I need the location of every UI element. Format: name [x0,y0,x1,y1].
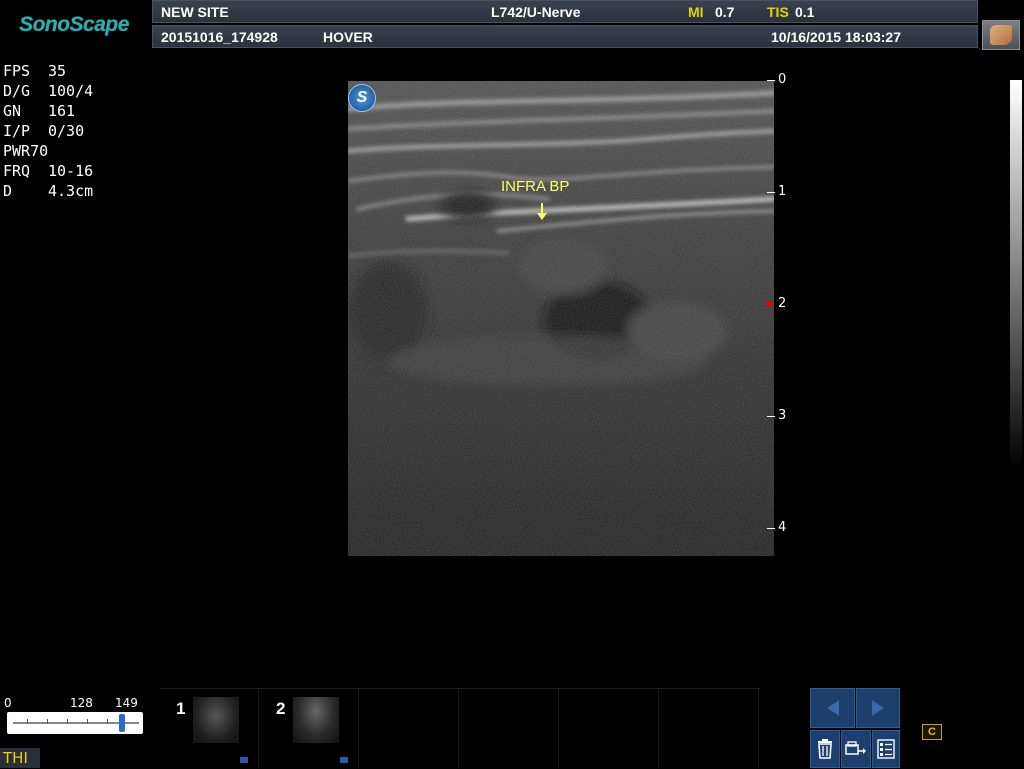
checklist-icon [877,739,895,759]
prev-page-button[interactable] [810,688,855,728]
thumbnail-1[interactable]: 1 [160,689,259,768]
thumbnail-empty[interactable] [360,689,459,768]
tis-value: 0.1 [795,4,815,20]
focus-marker-icon[interactable] [767,300,774,308]
thumbnail-image [193,697,239,743]
thumbnail-strip: 1 2 [160,688,760,769]
brand-logo: SonoScape [0,0,148,50]
thumbnail-2[interactable]: 2 [260,689,359,768]
thumbnail-badge [240,757,248,763]
slider-mid-label: 128 [70,696,93,710]
slider-tick [67,719,68,724]
thumbnail-empty[interactable] [660,689,759,768]
depth-label-3: 3 [778,408,787,423]
thumbnail-badge [340,757,348,763]
param-frequency: FRQ 10-16 [3,162,94,180]
slider-tick [107,719,108,724]
frame-slider[interactable]: 0 128 149 [3,696,143,740]
param-power: PWR70 [3,142,49,160]
mi-label: MI [688,4,704,20]
thumbnail-empty[interactable] [560,689,659,768]
imaging-parameters: FPS 35 D/G 100/4 GN 161 I/P 0/30 PWR70 FRQ 10… [3,61,93,201]
header-row-top: NEW SITE L742/U-Nerve MI 0.7 TIS 0.1 [152,0,978,23]
arrow-down-icon [537,203,547,220]
hand-icon [990,25,1012,45]
slider-tick [27,719,28,724]
ultrasound-image[interactable] [348,81,774,556]
trash-icon [818,739,832,759]
image-annotation[interactable]: INFRA BP [501,178,569,195]
arrow-left-icon [826,700,839,716]
depth-tick [767,416,775,417]
header-row-bottom: 20151016_174928 HOVER 10/16/2015 18:03:2… [152,25,978,48]
depth-tick [767,80,775,81]
exam-datetime: 10/16/2015 18:03:27 [771,29,901,45]
depth-label-1: 1 [778,184,787,199]
probe-orientation-marker: S [348,84,376,112]
next-page-button[interactable] [856,688,900,728]
slider-max-label: 149 [115,696,138,710]
logo-text: SonoScape [19,13,129,36]
cine-icon[interactable]: C [922,724,942,740]
depth-tick [767,192,775,193]
export-icon [845,741,866,755]
delete-button[interactable] [810,730,840,768]
slider-min-label: 0 [4,696,12,710]
param-depth: D 4.3cm [3,182,94,200]
mi-value: 0.7 [715,4,735,20]
param-ip: I/P 0/30 [3,122,85,140]
site-name[interactable]: NEW SITE [161,4,229,20]
thi-indicator[interactable]: THI [0,748,40,768]
imaging-mode: HOVER [323,29,373,45]
slider-track[interactable] [7,712,143,734]
ultrasound-texture [348,81,774,556]
slider-tick [87,719,88,724]
grayscale-bar [1010,80,1022,470]
probe-preset[interactable]: L742/U-Nerve [491,4,581,20]
export-button[interactable] [841,730,871,768]
slider-tick [47,719,48,724]
depth-label-4: 4 [778,520,787,535]
user-button[interactable] [982,20,1020,50]
thumbnail-empty[interactable] [460,689,559,768]
report-button[interactable] [872,730,900,768]
param-gain: GN 161 [3,102,76,120]
slider-thumb[interactable] [119,714,125,732]
thumbnail-image [293,697,339,743]
param-fps: FPS 35 [3,62,67,80]
exam-id: 20151016_174928 [161,29,278,45]
depth-label-0: 0 [778,72,787,87]
depth-tick [767,528,775,529]
param-dg: D/G 100/4 [3,82,94,100]
arrow-right-icon [872,700,884,716]
tis-label: TIS [767,4,789,20]
depth-label-2: 2 [778,296,787,311]
